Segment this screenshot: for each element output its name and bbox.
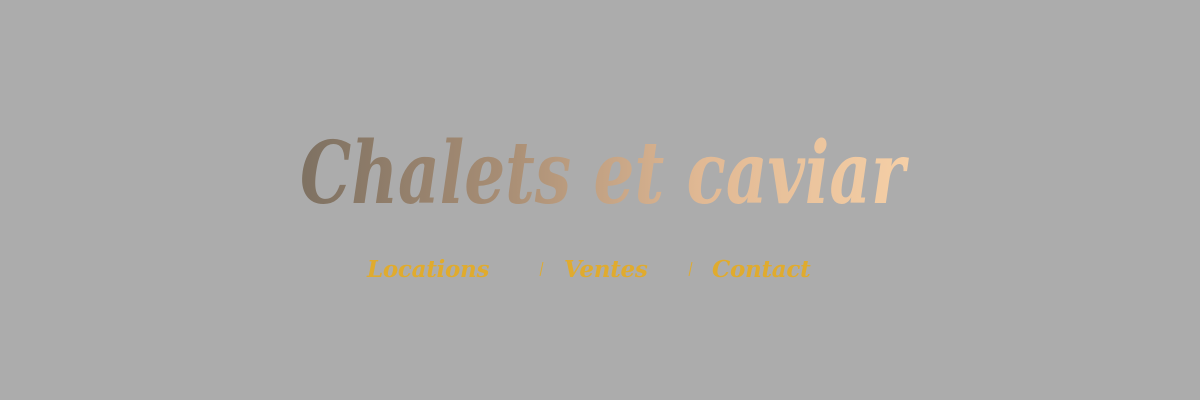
- main-nav: Locations Ventes Contact: [0, 250, 1200, 290]
- site-header: Chalets et caviar Locations Ventes Conta…: [0, 0, 1200, 400]
- brand-logo[interactable]: Chalets et caviar: [300, 108, 910, 223]
- nav-link-locations[interactable]: Locations: [367, 250, 489, 290]
- nav-link-ventes[interactable]: Ventes: [564, 250, 648, 290]
- svg-text:Chalets et caviar: Chalets et caviar: [300, 123, 909, 223]
- nav-separator: [688, 262, 693, 276]
- nav-separator: [539, 262, 544, 276]
- nav-link-contact[interactable]: Contact: [712, 250, 811, 290]
